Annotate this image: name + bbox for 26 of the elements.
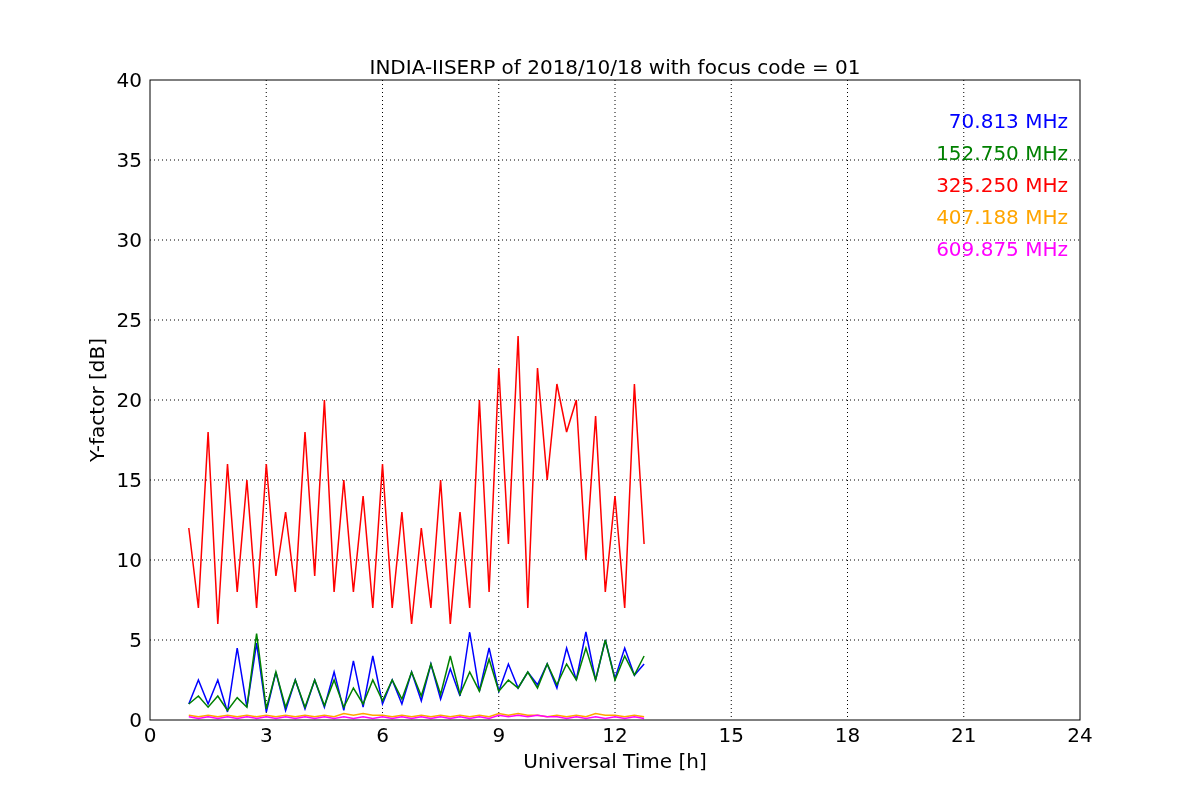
y-tick-label: 20 bbox=[116, 388, 142, 412]
y-tick-label: 30 bbox=[116, 228, 142, 252]
x-tick-label: 9 bbox=[492, 723, 506, 747]
legend-label: 609.875 MHz bbox=[936, 237, 1068, 261]
legend-label: 325.250 MHz bbox=[936, 173, 1068, 197]
x-tick-label: 24 bbox=[1067, 723, 1093, 747]
legend-label: 152.750 MHz bbox=[936, 141, 1068, 165]
y-tick-label: 10 bbox=[116, 548, 142, 572]
chart-title: INDIA-IISERP of 2018/10/18 with focus code = 01 bbox=[369, 55, 861, 79]
x-tick-label: 15 bbox=[718, 723, 744, 747]
x-tick-label: 3 bbox=[259, 723, 273, 747]
x-tick-label: 6 bbox=[376, 723, 389, 747]
y-axis-label: Y-factor [dB] bbox=[85, 338, 109, 462]
legend-label: 70.813 MHz bbox=[948, 109, 1068, 133]
x-tick-label: 12 bbox=[602, 723, 628, 747]
y-tick-label: 25 bbox=[116, 308, 142, 332]
x-tick-label: 21 bbox=[951, 723, 977, 747]
x-tick-label: 0 bbox=[143, 723, 157, 747]
legend-label: 407.188 MHz bbox=[936, 205, 1068, 229]
x-axis-label: Universal Time [h] bbox=[523, 749, 707, 773]
y-tick-label: 40 bbox=[116, 68, 142, 92]
y-tick-label: 0 bbox=[129, 708, 142, 732]
y-tick-label: 35 bbox=[116, 148, 142, 172]
x-tick-label: 18 bbox=[834, 723, 861, 747]
y-tick-label: 5 bbox=[129, 628, 142, 652]
y-tick-label: 15 bbox=[116, 468, 142, 492]
